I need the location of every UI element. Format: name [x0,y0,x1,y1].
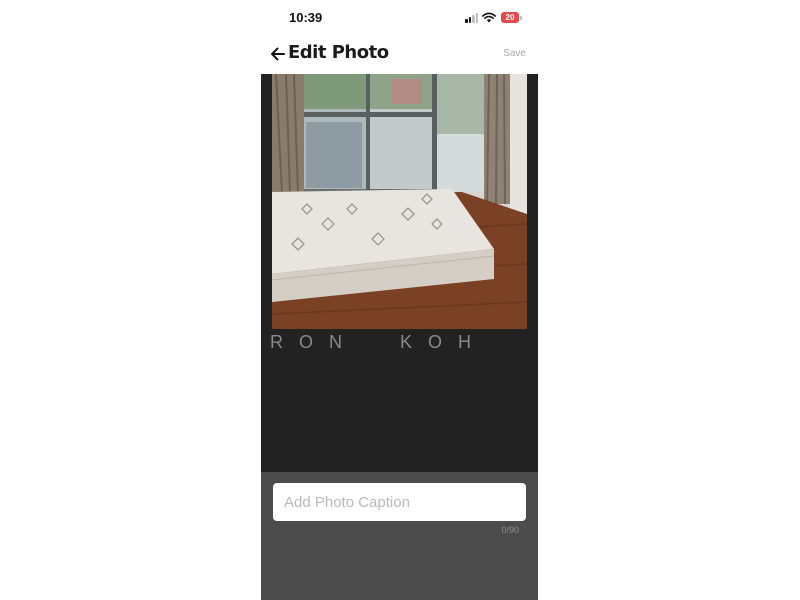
photo-watermark: RON KOH [270,332,488,352]
status-bar: 10:39 20 [261,0,538,36]
photo-preview-area: RON KOH [261,74,538,472]
caption-section: 0/90 [261,472,538,600]
phone-screen: 10:39 20 Edit Photo Save RON KOH Add Pho… [261,0,538,600]
cellular-signal-icon [465,13,479,23]
photo-caption-input[interactable] [273,483,526,521]
wifi-icon [482,12,496,23]
back-arrow-icon[interactable] [268,44,288,64]
caption-character-count: 0/90 [501,525,519,535]
battery-icon: 20 [501,12,522,23]
header: Edit Photo Save [261,36,538,74]
page-title: Edit Photo [288,42,389,63]
bedroom-photo[interactable] [272,74,527,329]
save-button[interactable]: Save [503,48,526,59]
status-time: 10:39 [289,10,323,25]
